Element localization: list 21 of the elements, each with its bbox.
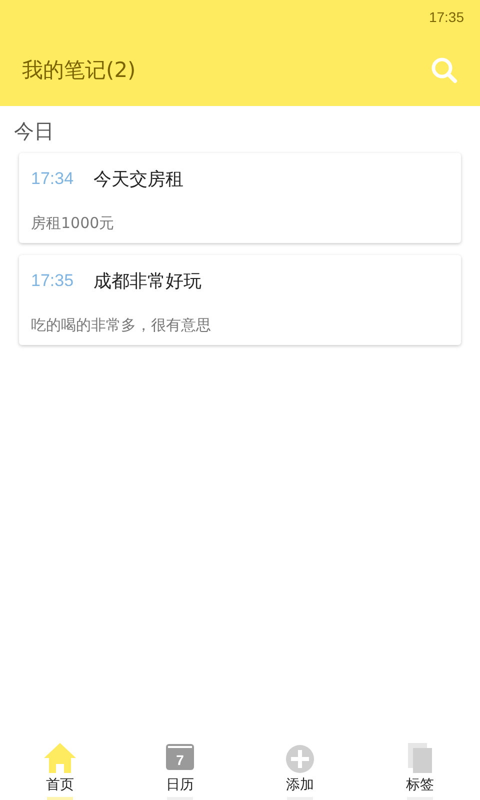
- note-body: 吃的喝的非常多，很有意思: [31, 316, 212, 335]
- note-body: 房租1000元: [31, 214, 116, 233]
- note-title: 成都非常好玩: [94, 270, 202, 293]
- note-time: 17:34: [31, 169, 74, 189]
- tab[interactable]: 添加: [240, 734, 360, 800]
- search-button[interactable]: [430, 56, 458, 84]
- note-card[interactable]: 17:35 成都非常好玩 吃的喝的非常多，很有意思: [19, 255, 461, 345]
- pages-icon: [407, 742, 433, 774]
- note-time: 17:35: [31, 271, 74, 291]
- tab[interactable]: 首页: [0, 734, 120, 800]
- tab[interactable]: 标签: [360, 734, 480, 800]
- note-card[interactable]: 17:34 今天交房租 房租1000元: [19, 153, 461, 243]
- section-heading: 今日: [14, 118, 55, 145]
- search-icon: [430, 56, 458, 84]
- tab[interactable]: 7 日历: [120, 734, 240, 800]
- add-icon: [285, 744, 315, 774]
- house-icon: [43, 742, 77, 774]
- page-title: 我的笔记(2): [22, 57, 136, 84]
- calendar-icon: 7: [166, 744, 194, 770]
- status-time: 17:35: [428, 9, 464, 25]
- note-title: 今天交房租: [94, 168, 184, 191]
